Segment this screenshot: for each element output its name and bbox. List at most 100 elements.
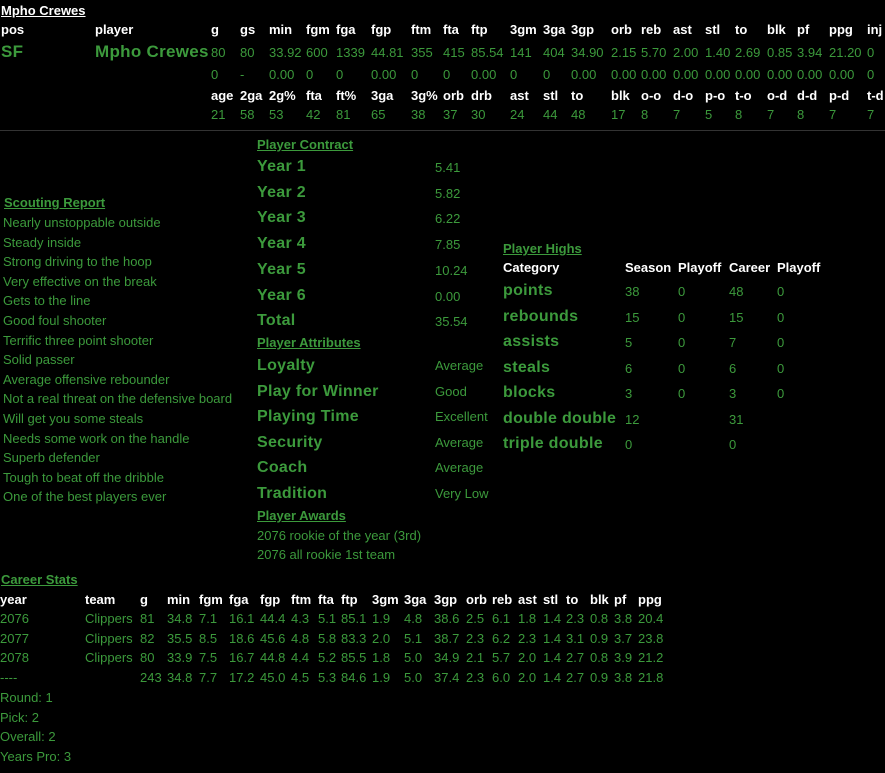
career-cell-ftp: 85.1 bbox=[341, 611, 367, 626]
career-cell-team[interactable]: Clippers bbox=[85, 650, 133, 666]
career-stats-title[interactable]: Career Stats bbox=[1, 572, 78, 588]
career-cell-ast: 2.0 bbox=[518, 669, 537, 685]
contract-year-label: Total bbox=[257, 312, 296, 330]
career-cell-fgm: 7.7 bbox=[199, 669, 218, 685]
rating-col-fta: fta bbox=[306, 88, 322, 103]
highs-category: steals bbox=[503, 358, 551, 376]
rating-col-stl: stl bbox=[543, 88, 559, 103]
contract-year-label: Year 3 bbox=[257, 209, 306, 227]
highs-col-playoff: Playoff bbox=[777, 260, 821, 275]
player-name-title[interactable]: Mpho Crewes bbox=[1, 3, 86, 19]
rating-col-drb: drb bbox=[471, 88, 492, 103]
career-cell-g: 82 bbox=[140, 630, 155, 646]
highs-career: 7 bbox=[729, 335, 737, 350]
rating-col-d-d: d-d bbox=[797, 88, 818, 103]
stat-col-3gm: 3gm bbox=[510, 22, 537, 37]
rating-value-o-d: 7 bbox=[767, 107, 775, 122]
career-cell-3ga: 5.0 bbox=[404, 669, 423, 685]
scouting-line: Tough to beat off the dribble bbox=[3, 469, 164, 485]
rating-col-orb: orb bbox=[443, 88, 464, 103]
highs-category: triple double bbox=[503, 435, 603, 452]
draft-line: Years Pro: 3 bbox=[0, 748, 72, 764]
attribute-value: Average bbox=[435, 434, 484, 450]
career-cell-to: 2.7 bbox=[566, 669, 585, 685]
career-cell-year: 2077 bbox=[0, 630, 29, 646]
career-cell-team[interactable]: Clippers bbox=[85, 631, 133, 647]
career-cell-blk: 0.9 bbox=[590, 630, 609, 646]
scouting-report-title[interactable]: Scouting Report bbox=[4, 195, 105, 211]
stat-col-gs: gs bbox=[240, 22, 256, 37]
career-cell-ftp: 85.5 bbox=[341, 650, 367, 666]
playoff-value-fga: 0 bbox=[336, 67, 344, 82]
career-cell-3ga: 5.1 bbox=[404, 630, 423, 646]
award-line: 2076 all rookie 1st team bbox=[257, 547, 396, 562]
career-cell-min: 33.9 bbox=[167, 650, 193, 666]
attribute-value: Good bbox=[435, 383, 467, 399]
career-cell-3gm: 1.9 bbox=[372, 669, 391, 685]
stat-value-fgp: 44.81 bbox=[371, 45, 404, 60]
rating-col-ast: ast bbox=[510, 88, 529, 103]
contract-year-value: 6.22 bbox=[435, 211, 461, 227]
draft-line: Pick: 2 bbox=[0, 709, 40, 725]
playoff-value-to: 0.00 bbox=[735, 67, 761, 82]
attribute-label: Tradition bbox=[257, 484, 328, 502]
career-col-stl: stl bbox=[543, 592, 559, 607]
player-highs-title[interactable]: Player Highs bbox=[503, 241, 582, 257]
career-cell-fga: 18.6 bbox=[229, 630, 255, 646]
highs-col-category: Category bbox=[503, 260, 560, 275]
playoff-value-ast: 0.00 bbox=[673, 67, 699, 82]
stat-col-to: to bbox=[735, 22, 748, 37]
contract-year-value: 35.54 bbox=[435, 314, 468, 330]
stat-value-pos: SF bbox=[1, 42, 24, 61]
career-cell-fga: 16.1 bbox=[229, 611, 255, 626]
attribute-label: Security bbox=[257, 433, 323, 451]
rating-col-p-o: p-o bbox=[705, 88, 726, 103]
career-cell-team[interactable]: Clippers bbox=[85, 611, 133, 627]
stat-value-ppg: 21.20 bbox=[829, 45, 862, 60]
playoff-value-min: 0.00 bbox=[269, 67, 295, 82]
playoff-value-blk: 0.00 bbox=[767, 67, 793, 82]
stat-value-gs: 80 bbox=[240, 45, 255, 60]
highs-career-playoff: 0 bbox=[777, 309, 785, 325]
career-cell-pf: 3.9 bbox=[614, 650, 633, 666]
career-cell-blk: 0.8 bbox=[590, 650, 609, 666]
stat-value-blk: 0.85 bbox=[767, 45, 793, 60]
stat-value-player[interactable]: Mpho Crewes bbox=[95, 43, 209, 60]
attribute-value: Excellent bbox=[435, 409, 488, 424]
highs-category: rebounds bbox=[503, 307, 579, 325]
highs-career: 31 bbox=[729, 411, 744, 427]
contract-year-label: Year 6 bbox=[257, 286, 306, 304]
highs-category: points bbox=[503, 282, 553, 299]
stat-col-ppg: ppg bbox=[829, 22, 853, 37]
career-col-to: to bbox=[566, 592, 579, 607]
stat-col-fgm: fgm bbox=[306, 22, 330, 37]
attribute-label: Playing Time bbox=[257, 408, 360, 425]
career-col-fta: fta bbox=[318, 592, 334, 607]
rating-value-t-d: 7 bbox=[867, 107, 875, 122]
career-cell-ppg: 20.4 bbox=[638, 611, 664, 626]
highs-season-playoff: 0 bbox=[678, 335, 686, 350]
career-cell-3ga: 5.0 bbox=[404, 650, 423, 666]
scouting-line: Not a real threat on the defensive board bbox=[3, 391, 233, 407]
career-cell-g: 81 bbox=[140, 611, 155, 626]
rating-col-o-o: o-o bbox=[641, 88, 662, 103]
stat-value-stl: 1.40 bbox=[705, 45, 731, 60]
career-cell-blk: 0.9 bbox=[590, 669, 609, 685]
career-cell-3ga: 4.8 bbox=[404, 611, 423, 626]
career-cell-ast: 2.0 bbox=[518, 650, 537, 666]
stat-col-ftm: ftm bbox=[411, 22, 432, 37]
career-col-min: min bbox=[167, 592, 191, 607]
career-col-g: g bbox=[140, 592, 148, 607]
stat-col-pos: pos bbox=[1, 22, 25, 37]
player-attributes-title[interactable]: Player Attributes bbox=[257, 335, 361, 351]
playoff-value-fgm: 0 bbox=[306, 67, 314, 82]
highs-season-playoff: 0 bbox=[678, 309, 686, 325]
stat-col-blk: blk bbox=[767, 22, 786, 37]
rating-col-ft%: ft% bbox=[336, 88, 357, 103]
attribute-value: Very Low bbox=[435, 485, 489, 501]
stat-col-3ga: 3ga bbox=[543, 22, 566, 37]
career-cell-fgm: 8.5 bbox=[199, 630, 218, 646]
rating-value-p-d: 7 bbox=[829, 107, 837, 122]
player-contract-title[interactable]: Player Contract bbox=[257, 137, 353, 153]
player-awards-title[interactable]: Player Awards bbox=[257, 508, 346, 524]
